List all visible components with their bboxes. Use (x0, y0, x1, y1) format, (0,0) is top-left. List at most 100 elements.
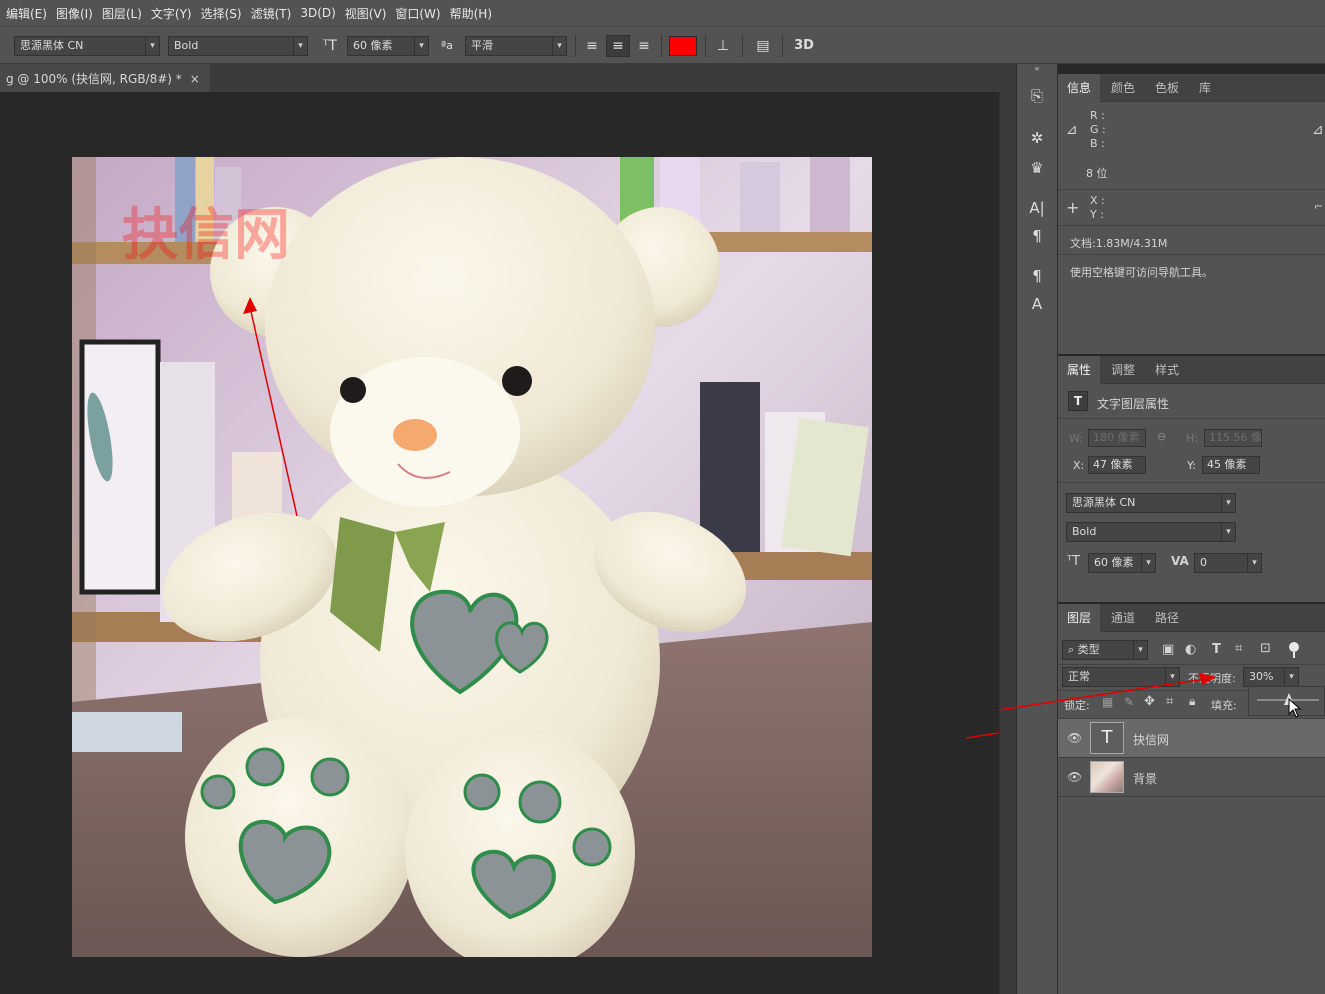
character-icon[interactable]: A| (1017, 198, 1057, 218)
width-field[interactable]: 180 像素 (1088, 429, 1146, 447)
info-panel: 信息 颜色 色板 库 ⊿ R : G : B : ⊿ 8 位 + X : Y :… (1058, 74, 1325, 354)
menu-3d[interactable]: 3D(D) (298, 6, 342, 20)
tab-swatches[interactable]: 色板 (1146, 74, 1188, 102)
lock-position-icon[interactable]: ✥ (1144, 694, 1155, 709)
tab-channels[interactable]: 通道 (1102, 604, 1144, 632)
x-label: X: (1073, 459, 1085, 472)
lock-all-icon[interactable]: 🔒︎ (1189, 694, 1195, 709)
menu-image[interactable]: 图像(I) (54, 5, 100, 22)
paragraph-styles-icon[interactable]: ¶ (1017, 266, 1057, 286)
x-field[interactable]: 47 像素 (1088, 456, 1146, 474)
blend-mode-select[interactable]: 正常 ▾ (1062, 667, 1180, 687)
tab-color[interactable]: 颜色 (1102, 74, 1144, 102)
mouse-cursor-icon (1288, 697, 1302, 718)
document-tab-bar: g @ 100% (抉信网, RGB/8#) * × (0, 64, 1016, 92)
tab-info[interactable]: 信息 (1058, 74, 1101, 102)
height-field[interactable]: 115.56 像素 (1204, 429, 1262, 447)
menu-select[interactable]: 选择(S) (199, 5, 249, 22)
antialias-value: 平滑 (471, 39, 493, 52)
divider (1058, 189, 1325, 190)
character-panel-icon[interactable]: ▤ (752, 36, 774, 56)
opacity-field[interactable]: 30% ▾ (1243, 667, 1299, 687)
prop-font-size-select[interactable]: 60 像素 ▾ (1088, 553, 1156, 573)
history-icon[interactable]: ⎘ (1017, 86, 1057, 106)
tab-libraries[interactable]: 库 (1190, 74, 1220, 102)
layer-name: 背景 (1133, 772, 1158, 786)
align-right-icon[interactable]: ≡ (634, 36, 654, 56)
vertical-scrollbar[interactable] (999, 92, 1016, 994)
close-icon[interactable]: × (190, 72, 200, 86)
document-tab[interactable]: g @ 100% (抉信网, RGB/8#) * × (0, 64, 210, 92)
warp-text-icon[interactable]: ⊥ (712, 36, 734, 56)
font-size-select[interactable]: 60 像素 ▾ (347, 36, 429, 56)
filter-adjustment-icon[interactable]: ◐ (1185, 642, 1196, 657)
options-bar: 思源黑体 CN ▾ Bold ▾ ᵀT 60 像素 ▾ ªa 平滑 ▾ ≡ ≡ … (0, 26, 1325, 64)
layer-filter-select[interactable]: ⌕ 类型 ▾ (1062, 640, 1148, 660)
menu-window[interactable]: 窗口(W) (393, 5, 447, 22)
info-g: G : (1090, 123, 1106, 136)
tracking-icon: VA (1171, 554, 1189, 568)
filter-shape-icon[interactable]: ⌗ (1235, 641, 1242, 656)
tab-properties[interactable]: 属性 (1058, 356, 1101, 384)
layer-row-background[interactable]: 👁︎ 背景 (1058, 758, 1325, 797)
tab-adjustments[interactable]: 调整 (1102, 356, 1144, 384)
opacity-label: 不透明度: (1188, 672, 1236, 685)
menu-edit[interactable]: 编辑(E) (4, 5, 54, 22)
tab-styles[interactable]: 样式 (1146, 356, 1188, 384)
properties-title: 文字图层属性 (1097, 397, 1170, 411)
image-layer-thumbnail (1090, 761, 1124, 793)
prop-font-style-select[interactable]: Bold ▾ (1066, 522, 1236, 542)
menu-type[interactable]: 文字(Y) (149, 5, 199, 22)
eye-icon[interactable]: 👁︎ (1067, 731, 1082, 745)
menu-layer[interactable]: 图层(L) (100, 5, 149, 22)
eye-icon[interactable]: 👁︎ (1067, 770, 1082, 784)
tab-paths[interactable]: 路径 (1146, 604, 1188, 632)
font-family-value: 思源黑体 CN (20, 39, 84, 52)
h-label: H: (1186, 432, 1198, 445)
prop-font-style-value: Bold (1072, 525, 1097, 538)
character-styles-icon[interactable]: A (1017, 294, 1057, 314)
antialias-select[interactable]: 平滑 ▾ (465, 36, 567, 56)
brushes-icon[interactable]: ♛ (1017, 158, 1057, 178)
w-label: W: (1069, 432, 1083, 445)
tab-layers[interactable]: 图层 (1058, 604, 1101, 632)
watermark-text: 抉信网 (122, 203, 290, 268)
font-family-select[interactable]: 思源黑体 CN ▾ (14, 36, 160, 56)
filter-smart-object-icon[interactable]: ⊡ (1260, 641, 1271, 656)
filter-type-icon[interactable]: T (1212, 642, 1221, 657)
canvas-area[interactable]: 抉信网 (0, 92, 999, 994)
filter-toggle-knob (1289, 642, 1299, 652)
y-field[interactable]: 45 像素 (1202, 456, 1260, 474)
collapse-icon[interactable]: « (1017, 64, 1057, 74)
menu-bar: 编辑(E) 图像(I) 图层(L) 文字(Y) 选择(S) 滤镜(T) 3D(D… (0, 0, 1325, 26)
align-left-icon[interactable]: ≡ (582, 36, 602, 56)
text-color-swatch[interactable] (669, 36, 697, 56)
brush-settings-icon[interactable]: ✲ (1017, 128, 1057, 148)
filter-toggle[interactable] (1289, 642, 1299, 658)
lock-artboard-icon[interactable]: ⌗ (1166, 694, 1173, 709)
menu-view[interactable]: 视图(V) (343, 5, 394, 22)
paragraph-icon[interactable]: ¶ (1017, 226, 1057, 246)
divider (1058, 254, 1325, 255)
lock-pixels-icon[interactable]: ✎ (1124, 695, 1134, 709)
align-center-icon[interactable]: ≡ (606, 35, 630, 57)
tracking-select[interactable]: 0 ▾ (1194, 553, 1262, 573)
prop-font-family-select[interactable]: 思源黑体 CN ▾ (1066, 493, 1236, 513)
font-style-value: Bold (174, 39, 199, 52)
chevron-down-icon: ▾ (414, 37, 428, 55)
prop-font-family-value: 思源黑体 CN (1072, 496, 1136, 509)
annotation-arrow-line-2 (965, 732, 999, 739)
menu-filter[interactable]: 滤镜(T) (249, 5, 299, 22)
chevron-down-icon: ▾ (1247, 554, 1261, 572)
layer-row-text[interactable]: 👁︎ T 抉信网 (1058, 719, 1325, 758)
link-icon[interactable]: ⊖ (1157, 430, 1166, 443)
filter-toggle-stem (1293, 652, 1295, 658)
opacity-slider-popup[interactable] (1248, 686, 1325, 716)
3d-button[interactable]: 3D (790, 36, 818, 56)
filter-pixel-icon[interactable]: ▣ (1162, 642, 1174, 657)
lock-label: 锁定: (1064, 699, 1090, 712)
lock-transparent-icon[interactable]: ▦ (1102, 695, 1113, 709)
menu-help[interactable]: 帮助(H) (448, 5, 499, 22)
font-style-select[interactable]: Bold ▾ (168, 36, 308, 56)
info-b: B : (1090, 137, 1105, 150)
